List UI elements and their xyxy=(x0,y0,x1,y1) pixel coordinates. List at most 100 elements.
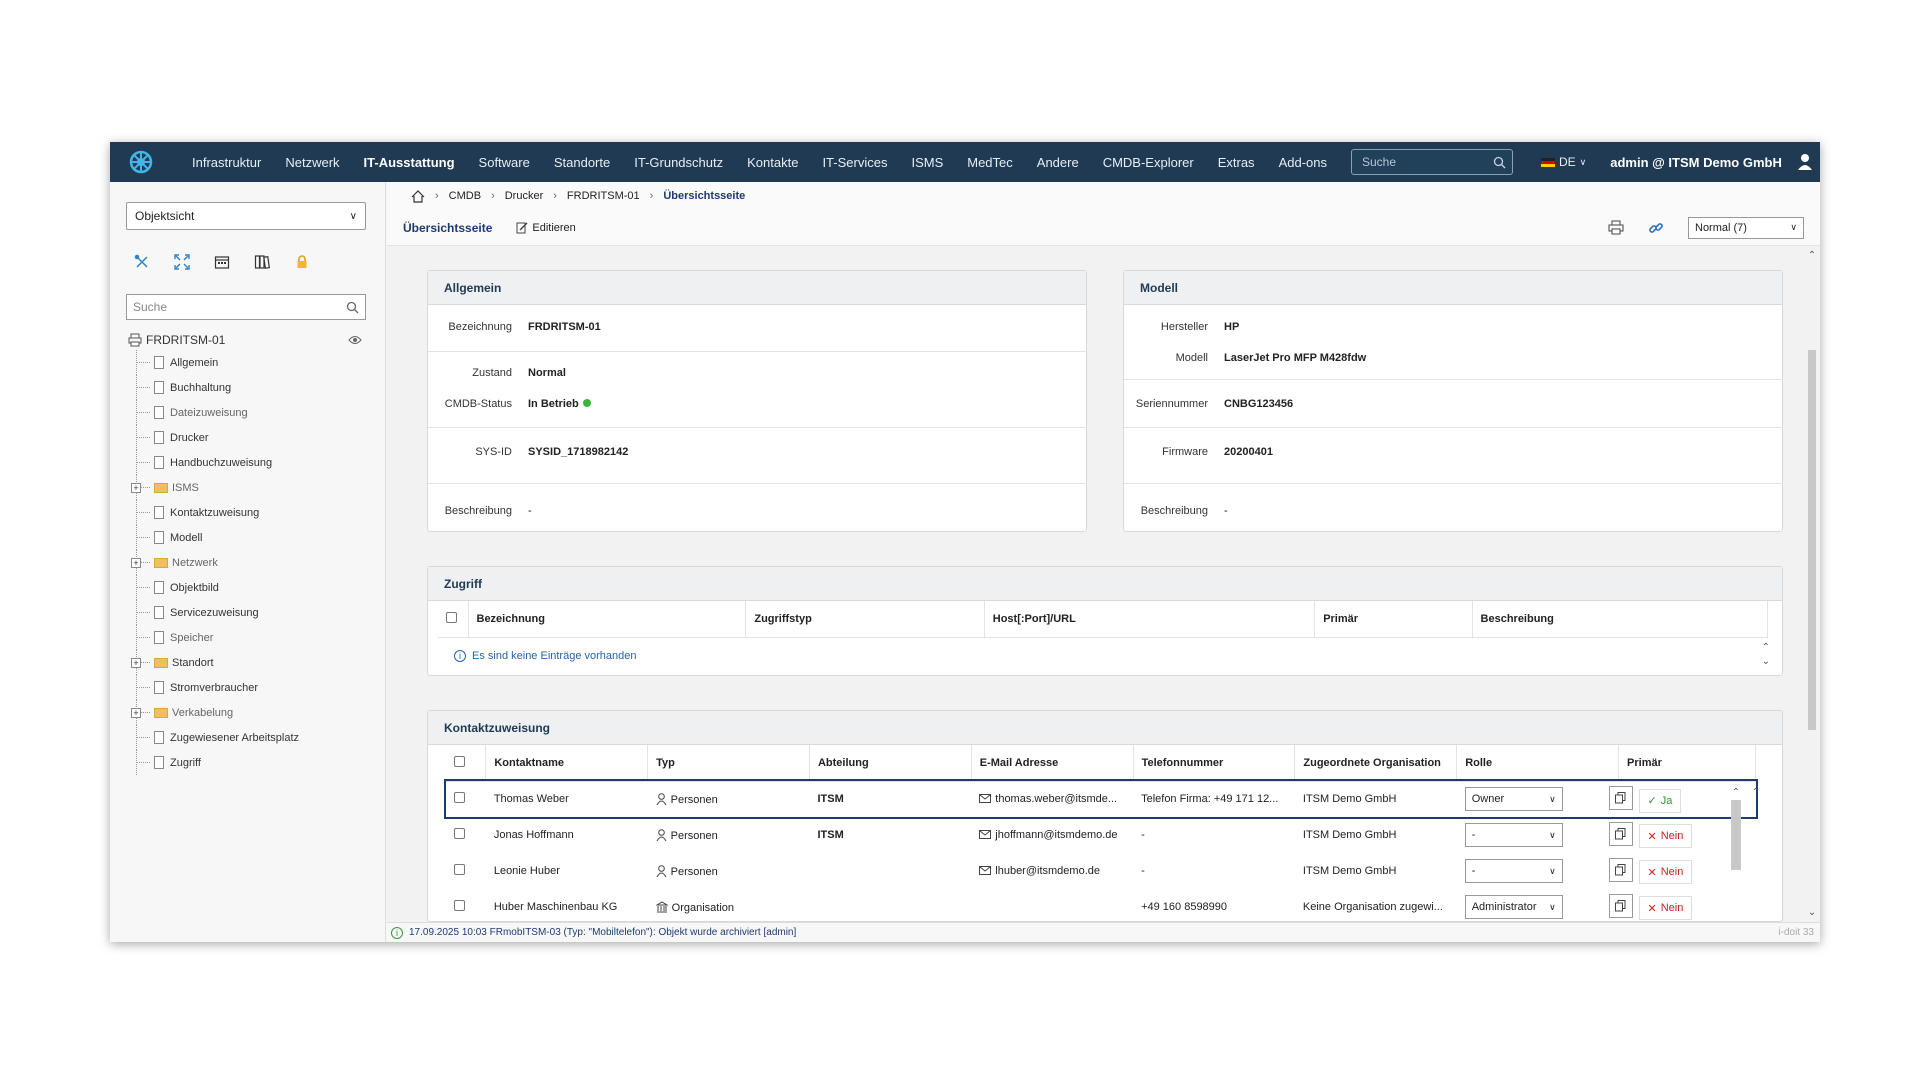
breadcrumb-item[interactable]: CMDB xyxy=(449,190,481,202)
table-row[interactable]: Jonas Hoffmann Personen ITSM jhoffmann@itsm… xyxy=(446,817,1756,853)
eye-icon[interactable] xyxy=(348,335,362,345)
tree-item-kontaktzuweisung[interactable]: Kontaktzuweisung xyxy=(128,500,368,525)
column-header[interactable]: Zugeordnete Organisation xyxy=(1294,745,1458,782)
tree-item-drucker[interactable]: Drucker xyxy=(128,425,368,450)
main-scrollbar[interactable]: ⌃ ⌄ xyxy=(1806,250,1818,918)
tree-item-netzwerk[interactable]: + Netzwerk xyxy=(128,550,368,575)
role-select[interactable]: Owner ∨ xyxy=(1464,787,1563,812)
nav-item-it-services[interactable]: IT-Services xyxy=(810,155,899,170)
column-header[interactable]: Abteilung xyxy=(809,745,972,782)
nav-item-it-grundschutz[interactable]: IT-Grundschutz xyxy=(622,155,735,170)
tree-item-verkabelung[interactable]: + Verkabelung xyxy=(128,700,368,725)
scrollbar-thumb[interactable] xyxy=(1808,350,1816,730)
nav-item-netzwerk[interactable]: Netzwerk xyxy=(273,155,351,170)
scroll-arrows[interactable]: ⌃ ⌄ xyxy=(1762,641,1770,669)
select-all-checkbox[interactable] xyxy=(446,611,457,623)
column-header[interactable]: Beschreibung xyxy=(1472,601,1769,638)
edit-button[interactable]: Editieren xyxy=(516,221,576,234)
column-header[interactable]: Zugriffstyp xyxy=(745,601,985,638)
tree-item-servicezuweisung[interactable]: Servicezuweisung xyxy=(128,600,368,625)
expand-plus-icon[interactable]: + xyxy=(131,558,141,568)
expand-plus-icon[interactable]: + xyxy=(131,483,141,493)
tree-item-allgemein[interactable]: Allgemein xyxy=(128,350,368,375)
tree-search-input[interactable]: Suche xyxy=(126,294,366,320)
primary-toggle-button[interactable]: ✕ Nein xyxy=(1638,824,1693,849)
role-select[interactable]: - ∨ xyxy=(1464,859,1563,883)
calendar-icon[interactable] xyxy=(212,252,232,272)
search-icon[interactable] xyxy=(1493,156,1506,169)
table-scrollbar[interactable]: ⌃ xyxy=(1730,787,1742,887)
breadcrumb-item[interactable]: Drucker xyxy=(505,190,544,202)
tree-item-modell[interactable]: Modell xyxy=(128,525,368,550)
cell-email[interactable]: jhoffmann@itsmdemo.de xyxy=(971,817,1133,853)
copy-button[interactable] xyxy=(1608,821,1633,846)
tree-item-buchhaltung[interactable]: Buchhaltung xyxy=(128,375,368,400)
tree-item-zugewiesener-arbeitsplatz[interactable]: Zugewiesener Arbeitsplatz xyxy=(128,725,368,750)
expand-icon[interactable] xyxy=(172,252,192,272)
view-level-select[interactable]: Normal (7) ∨ xyxy=(1688,216,1804,239)
tree-item-dateizuweisung[interactable]: Dateizuweisung xyxy=(128,400,368,425)
cell-email[interactable]: thomas.weber@itsmde... xyxy=(971,781,1133,817)
column-header[interactable]: E-Mail Adresse xyxy=(971,745,1134,782)
column-header[interactable]: Primär xyxy=(1314,601,1473,638)
book-icon[interactable] xyxy=(252,252,272,272)
nav-item-cmdb-explorer[interactable]: CMDB-Explorer xyxy=(1091,155,1206,170)
nav-item-medtec[interactable]: MedTec xyxy=(955,155,1025,170)
tree-item-standort[interactable]: + Standort xyxy=(128,650,368,675)
table-row[interactable]: Thomas Weber Personen ITSM thomas.weber@its… xyxy=(444,779,1758,819)
role-select[interactable]: - ∨ xyxy=(1464,823,1563,847)
row-checkbox[interactable] xyxy=(454,900,465,911)
nav-item-software[interactable]: Software xyxy=(467,155,542,170)
user-icon[interactable] xyxy=(1796,153,1814,171)
search-icon[interactable] xyxy=(346,301,359,314)
row-checkbox[interactable] xyxy=(454,828,465,839)
copy-button[interactable] xyxy=(1608,786,1633,810)
user-menu[interactable]: admin @ ITSM Demo GmbH xyxy=(1610,155,1782,170)
expand-plus-icon[interactable]: + xyxy=(131,708,141,718)
lock-icon[interactable] xyxy=(292,252,312,272)
copy-button[interactable] xyxy=(1608,893,1633,918)
tree-item-isms[interactable]: + ISMS xyxy=(128,475,368,500)
view-mode-select[interactable]: Objektsicht ∨ xyxy=(126,202,366,230)
copy-button[interactable] xyxy=(1608,857,1633,882)
primary-toggle-button[interactable]: ✓ Ja xyxy=(1638,788,1682,813)
scroll-arrow-up[interactable]: ⌃ xyxy=(1752,787,1760,798)
column-header[interactable]: Kontaktname xyxy=(485,745,649,782)
global-search-input[interactable]: Suche xyxy=(1350,149,1513,175)
column-header[interactable]: Typ xyxy=(647,745,810,782)
tree-item-handbuchzuweisung[interactable]: Handbuchzuweisung xyxy=(128,450,368,475)
table-row[interactable]: Huber Maschinenbau KG Organisation +49 160… xyxy=(446,889,1756,921)
nav-item-infrastruktur[interactable]: Infrastruktur xyxy=(180,155,273,170)
nav-item-andere[interactable]: Andere xyxy=(1025,155,1091,170)
primary-toggle-button[interactable]: ✕ Nein xyxy=(1638,860,1693,885)
home-icon[interactable] xyxy=(411,189,425,203)
column-header[interactable]: Host[:Port]/URL xyxy=(984,601,1316,638)
tree-item-zugriff[interactable]: Zugriff xyxy=(128,750,368,775)
tools-icon[interactable] xyxy=(132,252,152,272)
cell-email[interactable]: lhuber@itsmdemo.de xyxy=(971,853,1133,889)
column-header[interactable]: Rolle xyxy=(1456,745,1620,782)
primary-toggle-button[interactable]: ✕ Nein xyxy=(1638,896,1693,921)
tree-item-stromverbraucher[interactable]: Stromverbraucher xyxy=(128,675,368,700)
nav-item-extras[interactable]: Extras xyxy=(1206,155,1267,170)
nav-item-standorte[interactable]: Standorte xyxy=(542,155,622,170)
nav-item-it-ausstattung[interactable]: IT-Ausstattung xyxy=(352,155,467,170)
tree-root[interactable]: FRDRITSM-01 xyxy=(128,330,368,350)
expand-plus-icon[interactable]: + xyxy=(131,658,141,668)
role-select[interactable]: Administrator ∨ xyxy=(1464,895,1563,919)
column-header[interactable]: Bezeichnung xyxy=(468,601,747,638)
table-row[interactable]: Leonie Huber Personen lhuber@itsmdemo.de - I… xyxy=(446,853,1756,889)
select-all-checkbox[interactable] xyxy=(454,755,465,767)
link-icon[interactable] xyxy=(1648,220,1664,236)
nav-item-kontakte[interactable]: Kontakte xyxy=(735,155,810,170)
row-checkbox[interactable] xyxy=(454,864,465,875)
breadcrumb-item[interactable]: FRDRITSM-01 xyxy=(567,190,640,202)
column-header[interactable]: Primär xyxy=(1618,745,1756,782)
row-checkbox[interactable] xyxy=(454,792,465,804)
language-selector[interactable]: DE ∨ xyxy=(1540,155,1586,169)
app-logo-icon[interactable] xyxy=(126,147,156,177)
tree-item-speicher[interactable]: Speicher xyxy=(128,625,368,650)
nav-item-isms[interactable]: ISMS xyxy=(899,155,955,170)
tree-item-objektbild[interactable]: Objektbild xyxy=(128,575,368,600)
tab-overview[interactable]: Übersichtsseite xyxy=(403,221,492,235)
